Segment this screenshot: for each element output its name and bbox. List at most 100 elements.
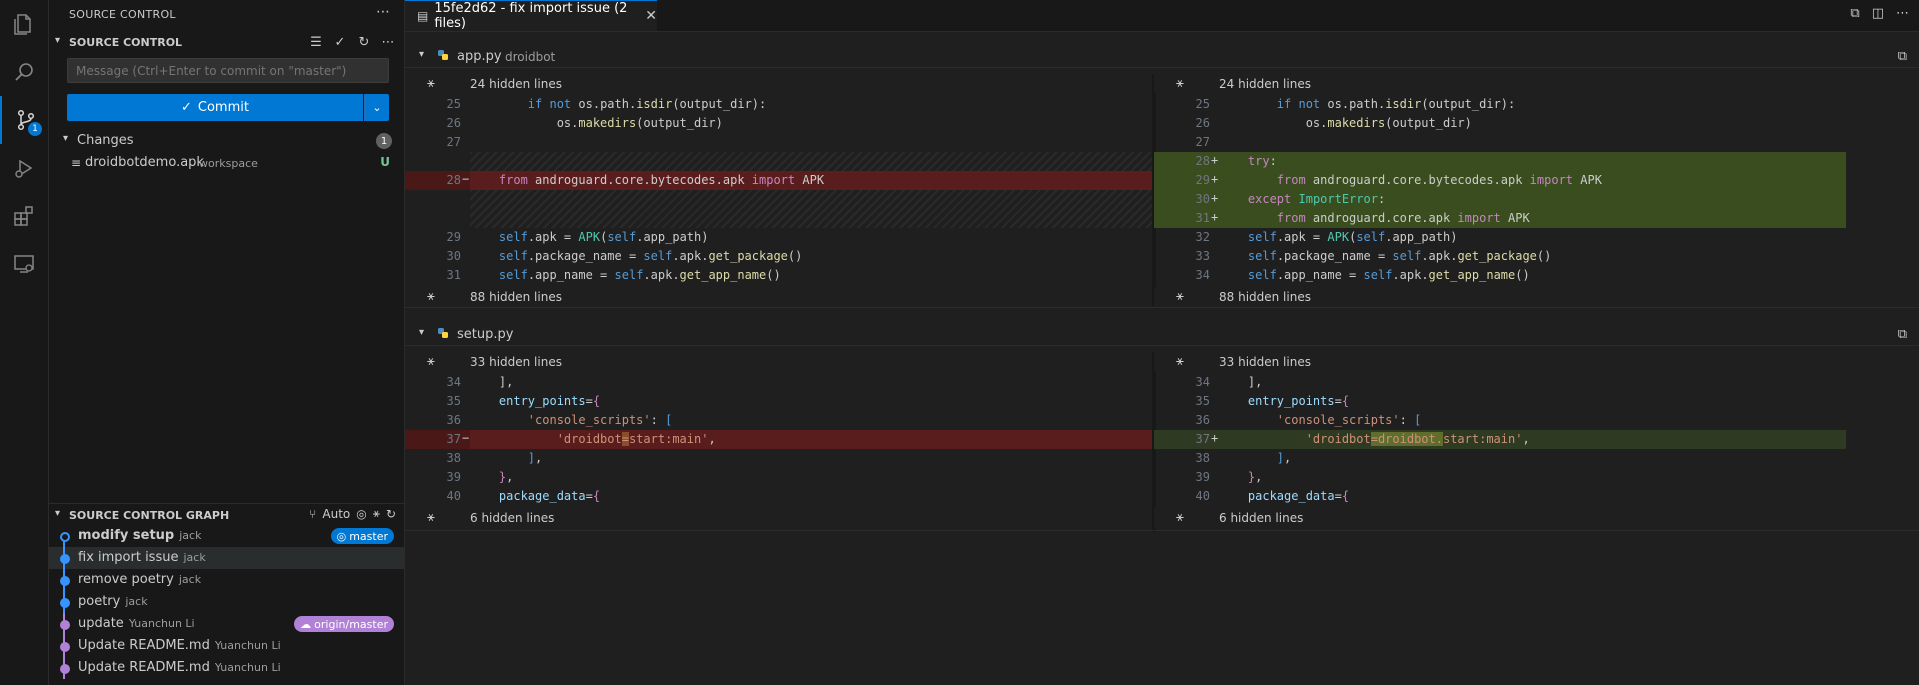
code-line[interactable]: 27 — [405, 133, 1152, 152]
branch-badge-label: master — [349, 529, 388, 543]
code-line[interactable]: 34 ], — [1154, 373, 1901, 392]
code-line[interactable]: 26 os.makedirs(output_dir) — [1154, 114, 1901, 133]
scm-section-label: SOURCE CONTROL — [69, 36, 183, 49]
chevron-down-icon: ▾ — [55, 35, 61, 46]
code-line[interactable]: 33 self.package_name = self.apk.get_pack… — [1154, 247, 1901, 266]
changes-group[interactable]: ▾ Changes 1 — [49, 130, 404, 152]
unfold-icon[interactable]: ⚹ — [427, 510, 435, 525]
code-line[interactable]: 30 self.package_name = self.apk.get_pack… — [405, 247, 1152, 266]
code-line[interactable]: 35 entry_points={ — [405, 392, 1152, 411]
code-line[interactable]: 35 entry_points={ — [1154, 392, 1901, 411]
unfold-icon[interactable]: ⚹ — [1176, 289, 1184, 304]
graph-section-header[interactable]: ▾ SOURCE CONTROL GRAPH ⑂ Auto ◎ ⚹ ↻ — [49, 503, 404, 526]
more-actions-icon[interactable]: ⋯ — [376, 4, 390, 20]
cloud-icon: ☁ — [300, 617, 312, 631]
unfold-icon[interactable]: ⚹ — [427, 76, 435, 91]
python-file-icon — [438, 50, 448, 60]
graph-commit-row[interactable]: poetry jack — [49, 591, 404, 613]
hidden-lines-row[interactable]: ⚹ 33 hidden lines — [405, 352, 1152, 371]
hidden-lines-row[interactable]: ⚹ 24 hidden lines — [405, 74, 1152, 93]
file-header-setup-py[interactable]: ▾ setup.py ⧉ — [405, 323, 1919, 346]
auto-label[interactable]: Auto — [322, 507, 350, 521]
changed-file-item[interactable]: ≡ droidbotdemo.apk workspace U — [49, 152, 404, 174]
collapse-all-icon[interactable]: ⧉ — [1850, 6, 1859, 21]
tab-multi-diff[interactable]: ▤ 15fe2d62 - fix import issue (2 files) … — [405, 0, 657, 31]
branch-badge: ◎ master — [330, 528, 394, 544]
code-line[interactable]: 29 self.apk = APK(self.app_path) — [405, 228, 1152, 247]
remote-explorer-icon[interactable] — [0, 240, 48, 288]
removed-code-line[interactable]: 37− 'droidbot=start:main', — [405, 430, 1152, 449]
added-code-line[interactable]: 31 + from androguard.core.apk import APK — [1154, 209, 1846, 228]
code-line[interactable]: 36 'console_scripts': [ — [405, 411, 1152, 430]
unfold-icon[interactable]: ⚹ — [1176, 354, 1184, 369]
changed-file-name: droidbotdemo.apk — [85, 155, 204, 170]
refresh-icon[interactable]: ↻ — [356, 33, 372, 51]
code-line[interactable]: 39 }, — [1154, 468, 1901, 487]
code-line[interactable]: 34 ], — [405, 373, 1152, 392]
graph-commit-row[interactable]: modify setup jack ◎ master — [49, 525, 404, 547]
graph-commit-row[interactable]: update Yuanchun Li ☁ origin/master — [49, 613, 404, 635]
commit-message: modify setup jack — [78, 528, 201, 543]
changes-count-badge: 1 — [376, 133, 392, 149]
hidden-lines-row[interactable]: ⚹ 88 hidden lines — [405, 287, 1152, 306]
added-code-line[interactable]: 29 + from androguard.core.bytecodes.apk i… — [1154, 171, 1846, 190]
commit-check-icon[interactable]: ✓ — [332, 33, 348, 51]
branch-icon[interactable]: ⑂ — [309, 507, 316, 521]
code-line[interactable]: 40 package_data={ — [1154, 487, 1901, 506]
code-line[interactable]: 34 self.app_name = self.apk.get_app_name… — [1154, 266, 1901, 285]
code-line[interactable]: 25 if not os.path.isdir(output_dir): — [1154, 95, 1901, 114]
explorer-icon[interactable] — [0, 0, 48, 48]
hidden-lines-row[interactable]: ⚹ 6 hidden lines — [405, 508, 1152, 527]
more-actions-icon[interactable]: ⋯ — [380, 33, 396, 51]
fetch-icon[interactable]: ⚹ — [373, 506, 380, 521]
code-line[interactable]: 38 ], — [405, 449, 1152, 468]
commit-button[interactable]: ✓ Commit — [67, 94, 363, 121]
extensions-icon[interactable] — [0, 192, 48, 240]
graph-commit-row[interactable]: Update README.md Yuanchun Li — [49, 657, 404, 679]
file-header-app-py[interactable]: ▾ app.py droidbot ⧉ — [405, 45, 1919, 68]
unfold-icon[interactable]: ⚹ — [427, 354, 435, 369]
hidden-lines-row[interactable]: ⚹ 24 hidden lines — [1154, 74, 1919, 93]
unfold-icon[interactable]: ⚹ — [1176, 76, 1184, 91]
unfold-icon[interactable]: ⚹ — [427, 289, 435, 304]
graph-commit-row[interactable]: fix import issue jack — [49, 547, 404, 569]
code-line[interactable]: 25 if not os.path.isdir(output_dir): — [405, 95, 1152, 114]
target-icon[interactable]: ◎ — [356, 507, 366, 521]
graph-commit-dot — [60, 598, 70, 608]
unfold-icon[interactable]: ⚹ — [1176, 510, 1184, 525]
code-line[interactable]: 27 — [1154, 133, 1901, 152]
removed-code-line[interactable]: 28− from androguard.core.bytecodes.apk i… — [405, 171, 1152, 190]
file-name: setup.py — [457, 327, 514, 342]
split-editor-icon[interactable]: ◫ — [1872, 6, 1884, 21]
added-code-line[interactable]: 28 + try: — [1154, 152, 1846, 171]
hidden-lines-row[interactable]: ⚹ 33 hidden lines — [1154, 352, 1919, 371]
refresh-icon[interactable]: ↻ — [386, 507, 396, 521]
view-as-list-icon[interactable]: ☰ — [308, 33, 324, 51]
more-actions-icon[interactable]: ⋯ — [1896, 6, 1909, 21]
hidden-lines-row[interactable]: ⚹ 88 hidden lines — [1154, 287, 1919, 306]
graph-commit-row[interactable]: Update README.md Yuanchun Li — [49, 635, 404, 657]
commit-message-input[interactable] — [67, 58, 389, 83]
chevron-down-icon: ⌄ — [372, 101, 382, 114]
code-line[interactable]: 32 self.apk = APK(self.app_path) — [1154, 228, 1901, 247]
hidden-lines-row[interactable]: ⚹ 6 hidden lines — [1154, 508, 1919, 527]
graph-commit-row[interactable]: remove poetry jack — [49, 569, 404, 591]
code-line[interactable]: 40 package_data={ — [405, 487, 1152, 506]
code-line[interactable]: 39 }, — [405, 468, 1152, 487]
commit-dropdown-button[interactable]: ⌄ — [364, 94, 389, 121]
close-icon[interactable]: ✕ — [645, 8, 657, 24]
source-control-icon[interactable]: 1 — [0, 96, 50, 144]
code-line[interactable]: 38 ], — [1154, 449, 1901, 468]
open-file-icon[interactable]: ⧉ — [1898, 327, 1907, 342]
added-code-line[interactable]: 30 + except ImportError: — [1154, 190, 1846, 209]
added-code-line[interactable]: 37 + 'droidbot=droidbot.start:main', — [1154, 430, 1846, 449]
search-icon[interactable] — [0, 48, 48, 96]
code-line[interactable]: 31 self.app_name = self.apk.get_app_name… — [405, 266, 1152, 285]
code-line[interactable]: 26 os.makedirs(output_dir) — [405, 114, 1152, 133]
scm-section-header[interactable]: ▾ SOURCE CONTROL ☰ ✓ ↻ ⋯ — [49, 32, 404, 54]
chevron-down-icon: ▾ — [419, 49, 425, 60]
code-line[interactable]: 36 'console_scripts': [ — [1154, 411, 1901, 430]
run-debug-icon[interactable] — [0, 144, 48, 192]
graph-section-label: SOURCE CONTROL GRAPH — [69, 509, 230, 522]
open-file-icon[interactable]: ⧉ — [1898, 49, 1907, 64]
